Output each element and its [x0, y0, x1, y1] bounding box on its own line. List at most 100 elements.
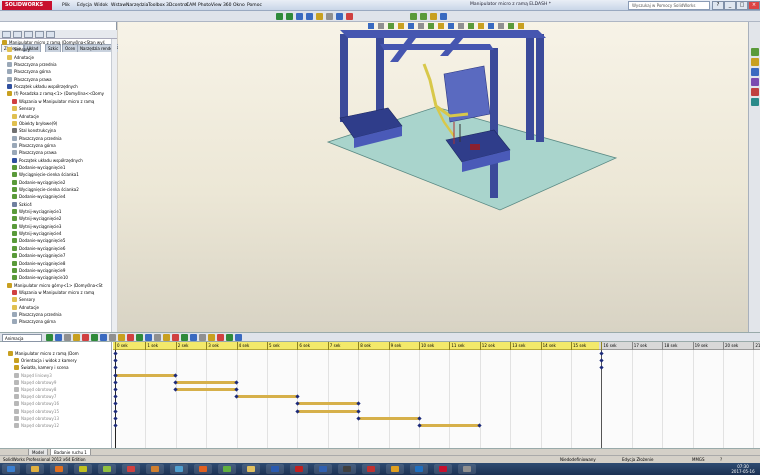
motor-change-bar[interactable]: [419, 424, 480, 427]
feature-tree-item[interactable]: Manipulator micro górny<1> (Domyślna<St: [7, 282, 103, 289]
motion-tree-item[interactable]: Napęd obrotowy15: [14, 408, 59, 415]
menu-item[interactable]: Okno: [233, 2, 245, 9]
explorer-icon[interactable]: [26, 464, 44, 474]
key-point[interactable]: [112, 372, 118, 378]
motion-tree-item[interactable]: Światła, kamery i scena: [14, 364, 69, 371]
motion-tool-icon[interactable]: [136, 334, 143, 341]
key-point[interactable]: [234, 380, 239, 385]
motion-tree-item[interactable]: Napęd obrotowy8: [14, 386, 56, 393]
view-tool-icon[interactable]: [498, 23, 504, 29]
motion-tree-item[interactable]: Napęd obrotowy9: [14, 379, 56, 386]
key-point[interactable]: [173, 372, 178, 378]
key-point[interactable]: [112, 351, 118, 356]
feature-tree-item[interactable]: Wiązania w Manipulator micro z ramą: [12, 289, 94, 296]
help-search-input[interactable]: Wyszukaj w Pomocy SolidWorks: [628, 1, 710, 10]
menu-item[interactable]: 3Dcontrol: [166, 2, 188, 9]
view-tool-icon[interactable]: [488, 23, 494, 29]
app-e-icon[interactable]: [410, 464, 428, 474]
toolbar-tool-icon[interactable]: [440, 13, 447, 20]
toolbar-tool-icon[interactable]: [430, 13, 437, 20]
menu-item[interactable]: Wstaw: [111, 2, 126, 9]
solidworks-icon[interactable]: [434, 464, 452, 474]
key-point[interactable]: [599, 358, 604, 363]
view-tool-icon[interactable]: [438, 23, 444, 29]
feature-tree-item[interactable]: Wyciągnięcie-cienka ścianka1: [12, 171, 79, 178]
feature-tree-item[interactable]: Wytnij-wyciągnięcie2: [12, 215, 61, 222]
toolbar-tool-icon[interactable]: [420, 13, 427, 20]
motion-tool-icon[interactable]: [109, 334, 116, 341]
toolbar-tool-icon[interactable]: [410, 13, 417, 20]
motion-tool-icon[interactable]: [73, 334, 80, 341]
feature-tree-item[interactable]: Wytnij-wyciągnięcie1: [12, 208, 61, 215]
motion-tool-icon[interactable]: [190, 334, 197, 341]
view-tool-icon[interactable]: [408, 23, 414, 29]
key-point[interactable]: [112, 365, 118, 371]
key-point[interactable]: [112, 423, 118, 428]
view-tool-icon[interactable]: [418, 23, 424, 29]
motion-tool-icon[interactable]: [127, 334, 134, 341]
view-palette-icon[interactable]: [751, 78, 759, 86]
motion-tool-icon[interactable]: [208, 334, 215, 341]
motor-change-bar[interactable]: [297, 402, 359, 406]
toolbar-tool-icon[interactable]: [286, 13, 293, 20]
app-f-icon[interactable]: [146, 464, 164, 474]
feature-tree-item[interactable]: Początek układu współrzędnych: [12, 157, 83, 164]
toolbar-tool-icon[interactable]: [336, 13, 343, 20]
motor-change-bar[interactable]: [297, 409, 359, 413]
feature-tree-item[interactable]: (f) Posadzka z ramą<1> (Domyślna<<Domy: [7, 90, 104, 97]
feature-tree-item[interactable]: Płaszczyzna przednia: [12, 135, 62, 142]
motion-tree-item[interactable]: Napęd obrotowy12: [14, 422, 59, 429]
motion-tool-icon[interactable]: [64, 334, 71, 341]
menu-item[interactable]: Edycja: [77, 2, 92, 9]
menu-item[interactable]: Plik: [62, 2, 70, 9]
motion-tool-icon[interactable]: [46, 334, 53, 341]
study-type-select[interactable]: Animacja: [2, 334, 42, 342]
feature-tree-item[interactable]: Płaszczyzna przednia: [7, 61, 57, 68]
minimize-button[interactable]: _: [724, 1, 736, 10]
motion-tree-item[interactable]: Napęd obrotowy13: [14, 415, 59, 422]
feature-tree-item[interactable]: Obiekty bryłowe(9): [12, 120, 57, 127]
app-folder-icon[interactable]: [242, 464, 260, 474]
motion-tool-icon[interactable]: [217, 334, 224, 341]
feature-tree-item[interactable]: Płaszczyzna górna: [12, 318, 56, 325]
feature-tree-item[interactable]: Dodanie-wyciągnięcie10: [12, 274, 68, 281]
config-tab[interactable]: [24, 31, 33, 38]
motion-tool-icon[interactable]: [82, 334, 89, 341]
view-tool-icon[interactable]: [468, 23, 474, 29]
key-point[interactable]: [599, 365, 604, 371]
app-matlab-icon[interactable]: [194, 464, 212, 474]
app-globe-icon[interactable]: [170, 464, 188, 474]
feature-tree-item[interactable]: Dodanie-wyciągnięcie5: [12, 237, 65, 244]
feature-tree-item[interactable]: Sensory: [12, 296, 35, 303]
motion-tool-icon[interactable]: [199, 334, 206, 341]
feature-tree-item[interactable]: Sensory: [7, 46, 30, 53]
app-red-icon[interactable]: [290, 464, 308, 474]
motion-tree-item[interactable]: Orientacja i widok z kamery: [14, 357, 77, 364]
app-7-icon[interactable]: [74, 464, 92, 474]
menu-item[interactable]: Pomoc: [247, 2, 262, 9]
motion-tree-item[interactable]: Napęd liniowy3: [14, 372, 52, 379]
feature-tree-item[interactable]: Dodanie-wyciągnięcie6: [12, 245, 65, 252]
feature-tree-tab[interactable]: [2, 31, 11, 38]
key-point[interactable]: [356, 408, 361, 414]
app-k-icon[interactable]: [122, 464, 140, 474]
display-tab[interactable]: [46, 31, 55, 38]
key-point[interactable]: [112, 380, 118, 385]
feature-tree-item[interactable]: Adnotacje: [7, 54, 34, 61]
key-point[interactable]: [112, 408, 118, 414]
feature-tree-item[interactable]: Początek układu współrzędnych: [7, 83, 78, 90]
timeline-area[interactable]: 0 sek 1 sek 2 sek 3 sek 4 sek 5 sek 6 sek 7 sek…: [112, 342, 760, 448]
key-point[interactable]: [477, 423, 482, 428]
feature-tree-item[interactable]: Stal konstrukcyjna: [12, 127, 56, 134]
view-tool-icon[interactable]: [428, 23, 434, 29]
feature-tree-item[interactable]: Adnotacje: [12, 304, 39, 311]
motion-tool-icon[interactable]: [235, 334, 242, 341]
key-point[interactable]: [112, 416, 118, 421]
key-point[interactable]: [599, 351, 604, 356]
file-explorer-icon[interactable]: [751, 68, 759, 76]
toolbar-tool-icon[interactable]: [326, 13, 333, 20]
windows-start-icon[interactable]: [2, 464, 20, 474]
view-tool-icon[interactable]: [388, 23, 394, 29]
motion-tree-item[interactable]: Manipulator micro z ramą (Dom: [8, 350, 79, 357]
feature-tree-item[interactable]: Wytnij-wyciągnięcie3: [12, 223, 61, 230]
